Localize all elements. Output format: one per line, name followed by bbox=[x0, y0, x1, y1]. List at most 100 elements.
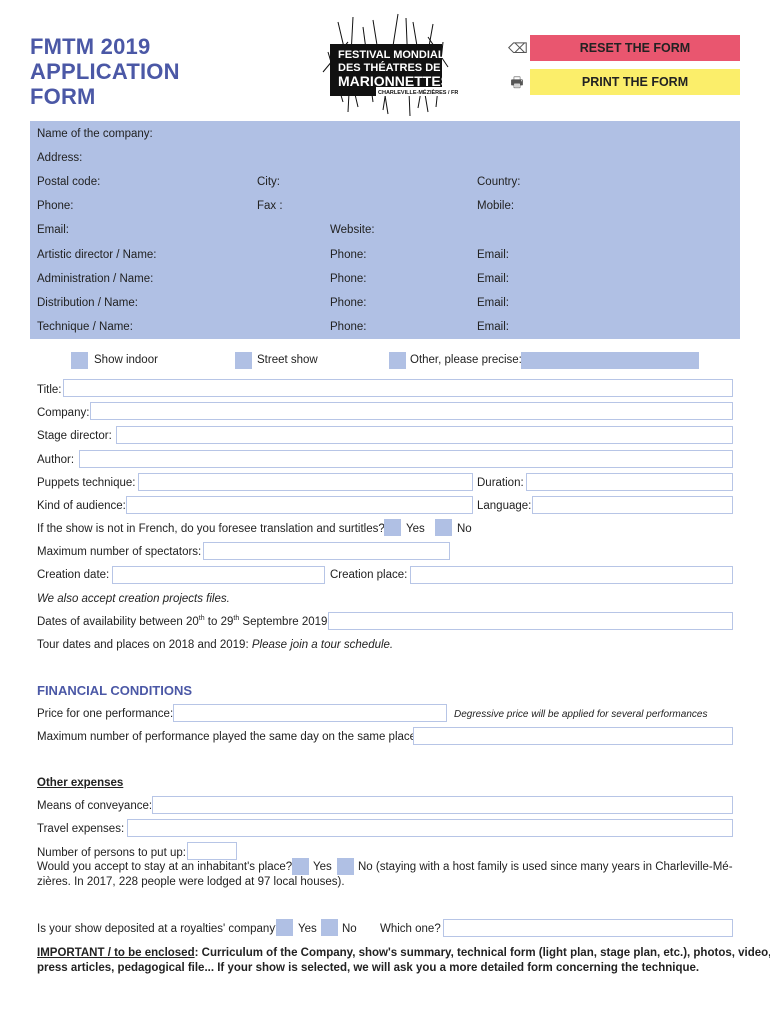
postal-code-field[interactable]: Postal code: bbox=[37, 176, 100, 188]
stage-director-label: Stage director: bbox=[37, 430, 112, 442]
stage-director-input[interactable] bbox=[116, 426, 733, 444]
translation-no-label: No bbox=[457, 523, 472, 535]
translation-question: If the show is not in French, do you for… bbox=[37, 523, 385, 535]
author-input[interactable] bbox=[79, 450, 733, 468]
title-label: Title: bbox=[37, 384, 62, 396]
availability-text-1: Dates of availability between 20 bbox=[37, 615, 199, 628]
conveyance-label: Means of conveyance: bbox=[37, 800, 153, 812]
artistic-director-email-field[interactable]: Email: bbox=[477, 249, 509, 261]
language-label: Language: bbox=[477, 500, 532, 512]
royalties-no-checkbox[interactable] bbox=[321, 919, 338, 936]
travel-expenses-label: Travel expenses: bbox=[37, 823, 125, 835]
persons-label: Number of persons to put up: bbox=[37, 847, 186, 859]
audience-label: Kind of audience: bbox=[37, 500, 126, 512]
distribution-email-field[interactable]: Email: bbox=[477, 297, 509, 309]
creation-place-input[interactable] bbox=[410, 566, 733, 584]
company-name-field[interactable]: Name of the company: bbox=[37, 128, 153, 140]
phone-field[interactable]: Phone: bbox=[37, 200, 73, 212]
country-field[interactable]: Country: bbox=[477, 176, 520, 188]
tour-dates-text: Tour dates and places on 2018 and 2019: bbox=[37, 639, 252, 651]
page-title: FMTM 2019 APPLICATION FORM bbox=[30, 34, 180, 109]
administration-name-field[interactable]: Administration / Name: bbox=[37, 273, 153, 285]
persons-input[interactable] bbox=[187, 842, 237, 860]
inhabitant-note: zières. In 2017, 228 people were lodged … bbox=[37, 876, 345, 888]
backspace-icon[interactable]: ⌫ bbox=[508, 40, 528, 56]
max-performance-input[interactable] bbox=[413, 727, 733, 745]
street-show-label: Street show bbox=[257, 354, 318, 366]
availability-input[interactable] bbox=[328, 612, 733, 630]
price-input[interactable] bbox=[173, 704, 447, 722]
max-performance-label: Maximum number of performance played the… bbox=[37, 731, 420, 743]
puppets-technique-label: Puppets technique: bbox=[37, 477, 136, 489]
other-show-checkbox[interactable] bbox=[389, 352, 406, 369]
royalties-question: Is your show deposited at a royalties' c… bbox=[37, 923, 282, 935]
audience-input[interactable] bbox=[126, 496, 473, 514]
royalties-yes-checkbox[interactable] bbox=[276, 919, 293, 936]
language-input[interactable] bbox=[532, 496, 733, 514]
show-indoor-label: Show indoor bbox=[94, 354, 158, 366]
distribution-phone-field[interactable]: Phone: bbox=[330, 297, 366, 309]
creation-place-label: Creation place: bbox=[330, 569, 408, 581]
address-field[interactable]: Address: bbox=[37, 152, 82, 164]
conveyance-input[interactable] bbox=[152, 796, 733, 814]
logo-scribble-icon: FESTIVAL MONDIAL DES THÉATRES DE MARIONN… bbox=[322, 13, 474, 117]
show-indoor-checkbox[interactable] bbox=[71, 352, 88, 369]
distribution-name-field[interactable]: Distribution / Name: bbox=[37, 297, 138, 309]
administration-email-field[interactable]: Email: bbox=[477, 273, 509, 285]
logo-line-4: CHARLEVILLE-MÉZIÈRES / FRANCE bbox=[378, 88, 458, 96]
company-input[interactable] bbox=[90, 402, 733, 420]
title-input[interactable] bbox=[63, 379, 733, 397]
important-note-line-2: press articles, pedagogical file... If y… bbox=[37, 962, 700, 974]
other-show-label: Other, please precise: bbox=[410, 354, 522, 366]
author-label: Author: bbox=[37, 454, 75, 466]
logo-line-3: MARIONNETTES bbox=[338, 73, 450, 89]
technique-phone-field[interactable]: Phone: bbox=[330, 321, 366, 333]
mobile-field[interactable]: Mobile: bbox=[477, 200, 514, 212]
email-field[interactable]: Email: bbox=[37, 224, 69, 236]
website-field[interactable]: Website: bbox=[330, 224, 375, 236]
creation-date-label: Creation date: bbox=[37, 569, 110, 581]
technique-email-field[interactable]: Email: bbox=[477, 321, 509, 333]
creation-date-input[interactable] bbox=[112, 566, 325, 584]
fax-field[interactable]: Fax : bbox=[257, 200, 283, 212]
inhabitant-no-checkbox[interactable] bbox=[337, 858, 354, 875]
administration-phone-field[interactable]: Phone: bbox=[330, 273, 366, 285]
duration-input[interactable] bbox=[526, 473, 733, 491]
reset-form-button[interactable]: RESET THE FORM bbox=[530, 35, 740, 61]
city-field[interactable]: City: bbox=[257, 176, 280, 188]
title-line-2: APPLICATION bbox=[30, 59, 180, 84]
inhabitant-yes-checkbox[interactable] bbox=[292, 858, 309, 875]
which-one-label: Which one? bbox=[380, 923, 441, 935]
festival-logo: FESTIVAL MONDIAL DES THÉATRES DE MARIONN… bbox=[318, 12, 474, 120]
printer-icon[interactable]: 🖶 bbox=[508, 74, 526, 90]
artistic-director-phone-field[interactable]: Phone: bbox=[330, 249, 366, 261]
inhabitant-question: Would you accept to stay at an inhabitan… bbox=[37, 861, 293, 873]
inhabitant-yes-label: Yes bbox=[313, 861, 332, 873]
street-show-checkbox[interactable] bbox=[235, 352, 252, 369]
title-line-1: FMTM 2019 bbox=[30, 34, 151, 59]
print-form-button[interactable]: PRINT THE FORM bbox=[530, 69, 740, 95]
royalties-no-label: No bbox=[342, 923, 357, 935]
puppets-technique-input[interactable] bbox=[138, 473, 473, 491]
availability-text-3: Septembre 2019: bbox=[239, 615, 331, 628]
translation-no-checkbox[interactable] bbox=[435, 519, 452, 536]
artistic-director-name-field[interactable]: Artistic director / Name: bbox=[37, 249, 157, 261]
max-spectators-label: Maximum number of spectators: bbox=[37, 546, 202, 558]
other-show-input[interactable] bbox=[521, 352, 699, 369]
availability-text-2: to 29 bbox=[204, 615, 234, 628]
company-info-panel[interactable]: Name of the company: Address: Postal cod… bbox=[30, 121, 740, 339]
technique-name-field[interactable]: Technique / Name: bbox=[37, 321, 133, 333]
important-text-1: : Curriculum of the Company, show's summ… bbox=[194, 947, 770, 959]
travel-expenses-input[interactable] bbox=[127, 819, 733, 837]
financial-conditions-heading: FINANCIAL CONDITIONS bbox=[37, 683, 193, 698]
max-spectators-input[interactable] bbox=[203, 542, 450, 560]
translation-yes-checkbox[interactable] bbox=[384, 519, 401, 536]
royalties-which-input[interactable] bbox=[443, 919, 733, 937]
other-expenses-heading: Other expenses bbox=[37, 777, 124, 789]
important-label: IMPORTANT / to be enclosed bbox=[37, 947, 195, 959]
availability-label: Dates of availability between 20th to 29… bbox=[37, 615, 331, 628]
important-note-line-1: IMPORTANT / to be enclosed: Curriculum o… bbox=[37, 947, 770, 959]
duration-label: Duration: bbox=[477, 477, 524, 489]
price-note: Degressive price will be applied for sev… bbox=[454, 709, 708, 720]
title-line-3: FORM bbox=[30, 84, 96, 109]
